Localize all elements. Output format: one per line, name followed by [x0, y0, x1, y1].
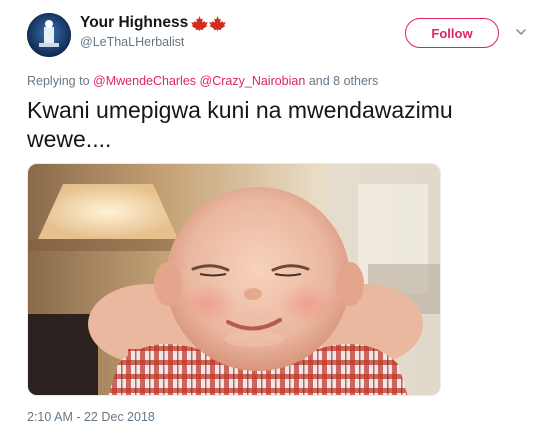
baby-photo-image: [28, 164, 440, 395]
avatar[interactable]: [27, 13, 71, 57]
mention-link[interactable]: @MwendeCharles: [93, 74, 196, 88]
author-handle[interactable]: @LeThaLHerbalist: [80, 35, 184, 49]
mention-link[interactable]: @Crazy_Nairobian: [200, 74, 306, 88]
tweet-card: Your Highness @LeThaLHerbalist Follow Re…: [0, 0, 558, 434]
tweet-photo[interactable]: [27, 163, 441, 396]
chevron-down-icon[interactable]: [514, 25, 528, 39]
reply-prefix: Replying to: [27, 74, 90, 88]
tweet-text: Kwani umepigwa kuni na mwendawazimu wewe…: [27, 97, 453, 152]
tweet-timestamp[interactable]: 2:10 AM - 22 Dec 2018: [27, 410, 155, 424]
flag-emojis: [191, 15, 227, 31]
author-name[interactable]: Your Highness: [80, 14, 227, 32]
reply-context: Replying to @MwendeCharles @Crazy_Nairob…: [27, 74, 378, 88]
reply-suffix[interactable]: and 8 others: [309, 74, 379, 88]
avatar-image: [27, 13, 71, 57]
follow-button[interactable]: Follow: [405, 18, 499, 48]
maple-leaf-icon: [209, 15, 227, 31]
maple-leaf-icon: [191, 15, 209, 31]
author-display-name: Your Highness: [80, 14, 189, 31]
